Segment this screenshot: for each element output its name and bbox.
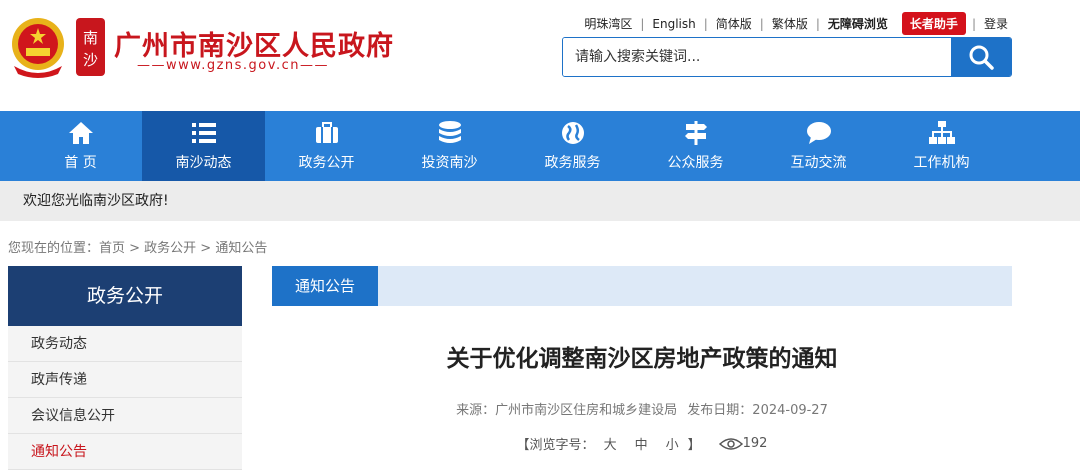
nav-label: 工作机构 (913, 155, 970, 171)
nav-label: 政务公开 (298, 155, 355, 171)
sidebar-item-gov-voice[interactable]: 政声传递 (8, 362, 242, 398)
org-chart-icon (928, 121, 955, 144)
article-content: 通知公告 关于优化调整南沙区房地产政策的通知 来源：广州市南沙区住房和城乡建设局… (272, 266, 1012, 453)
briefcase-icon (315, 122, 338, 143)
nav-label: 互动交流 (790, 155, 847, 171)
sidebar-item-meeting-info[interactable]: 会议信息公开 (8, 398, 242, 434)
article-date: 发布日期：2024-09-27 (687, 403, 828, 418)
nav-label: 首 页 (64, 155, 97, 171)
nav-item-agencies[interactable]: 工作机构 (880, 111, 1003, 181)
eye-icon (718, 437, 743, 450)
nav-label: 投资南沙 (421, 155, 478, 171)
main-nav: 首 页 南沙动态 政务公开 投资南沙 政务服务 公众服务 互动交流 工作机构 (0, 111, 1080, 181)
nav-item-public-services[interactable]: 公众服务 (634, 111, 757, 181)
login-link[interactable]: 登录 (976, 15, 1016, 32)
top-link-mingzhu[interactable]: 明珠湾区 (576, 15, 640, 32)
view-count: 192 (718, 436, 768, 451)
font-medium-button[interactable]: 中 (635, 434, 648, 453)
search-icon (969, 45, 994, 70)
font-size-close: 】 (687, 438, 701, 453)
nav-item-nansha-news[interactable]: 南沙动态 (142, 111, 265, 181)
district-seal-icon: 南 沙 (76, 18, 105, 76)
font-large-button[interactable]: 大 (604, 434, 617, 453)
article-tools: 【浏览字号： 大 中 小 】 192 (272, 434, 1012, 453)
article-title: 关于优化调整南沙区房地产政策的通知 (446, 346, 838, 372)
list-icon (191, 123, 216, 143)
nav-item-gov-affairs[interactable]: 政务公开 (265, 111, 388, 181)
database-icon (438, 121, 461, 143)
site-url: ——www.gzns.gov.cn—— (137, 58, 329, 73)
sidebar-list: 政务动态 政声传递 会议信息公开 通知公告 (8, 326, 242, 470)
top-links: 明珠湾区 | English | 简体版 | 繁体版 | 无障碍浏览 长者助手 … (576, 12, 1016, 35)
globe-icon (561, 122, 584, 144)
font-small-button[interactable]: 小 (666, 434, 679, 453)
breadcrumb[interactable]: 您现在的位置：首页 > 政务公开 > 通知公告 (8, 237, 267, 256)
nav-item-gov-services[interactable]: 政务服务 (511, 111, 634, 181)
view-count-value: 192 (742, 436, 768, 451)
sidebar-item-notices[interactable]: 通知公告 (8, 434, 242, 470)
article-meta: 来源：广州市南沙区住房和城乡建设局 发布日期：2024-09-27 (272, 399, 1012, 418)
search-button[interactable] (951, 38, 1011, 76)
svg-text:南: 南 (83, 29, 98, 47)
sidebar-title: 政务公开 (8, 266, 242, 326)
nav-label: 公众服务 (667, 155, 724, 171)
nav-item-invest[interactable]: 投资南沙 (388, 111, 511, 181)
top-link-traditional[interactable]: 繁体版 (764, 15, 816, 32)
nav-label: 政务服务 (544, 155, 601, 171)
site-header: 南 沙 广州市南沙区人民政府 ——www.gzns.gov.cn—— 明珠湾区 … (0, 0, 1080, 110)
home-icon (68, 122, 93, 144)
top-link-accessibility[interactable]: 无障碍浏览 (820, 15, 896, 32)
top-link-simplified[interactable]: 简体版 (708, 15, 760, 32)
search-input[interactable] (563, 38, 951, 76)
signpost-icon (684, 121, 707, 145)
article-source: 来源：广州市南沙区住房和城乡建设局 (456, 403, 678, 418)
font-size-label: 【浏览字号： (516, 438, 595, 453)
nav-item-interaction[interactable]: 互动交流 (757, 111, 880, 181)
welcome-bar: 欢迎您光临南沙区政府! (0, 181, 1080, 221)
sidebar: 政务公开 政务动态 政声传递 会议信息公开 通知公告 (8, 266, 242, 470)
elder-assistant-button[interactable]: 长者助手 (901, 12, 966, 35)
tab-notices[interactable]: 通知公告 (272, 266, 378, 306)
search-bar (562, 37, 1012, 77)
national-emblem-icon (12, 18, 64, 78)
chat-icon (806, 122, 831, 144)
content-tab-bar: 通知公告 (272, 266, 1012, 306)
sidebar-item-gov-news[interactable]: 政务动态 (8, 326, 242, 362)
top-link-english[interactable]: English (644, 17, 703, 31)
nav-label: 南沙动态 (175, 155, 232, 171)
svg-text:沙: 沙 (83, 51, 98, 69)
nav-item-home[interactable]: 首 页 (19, 111, 142, 181)
